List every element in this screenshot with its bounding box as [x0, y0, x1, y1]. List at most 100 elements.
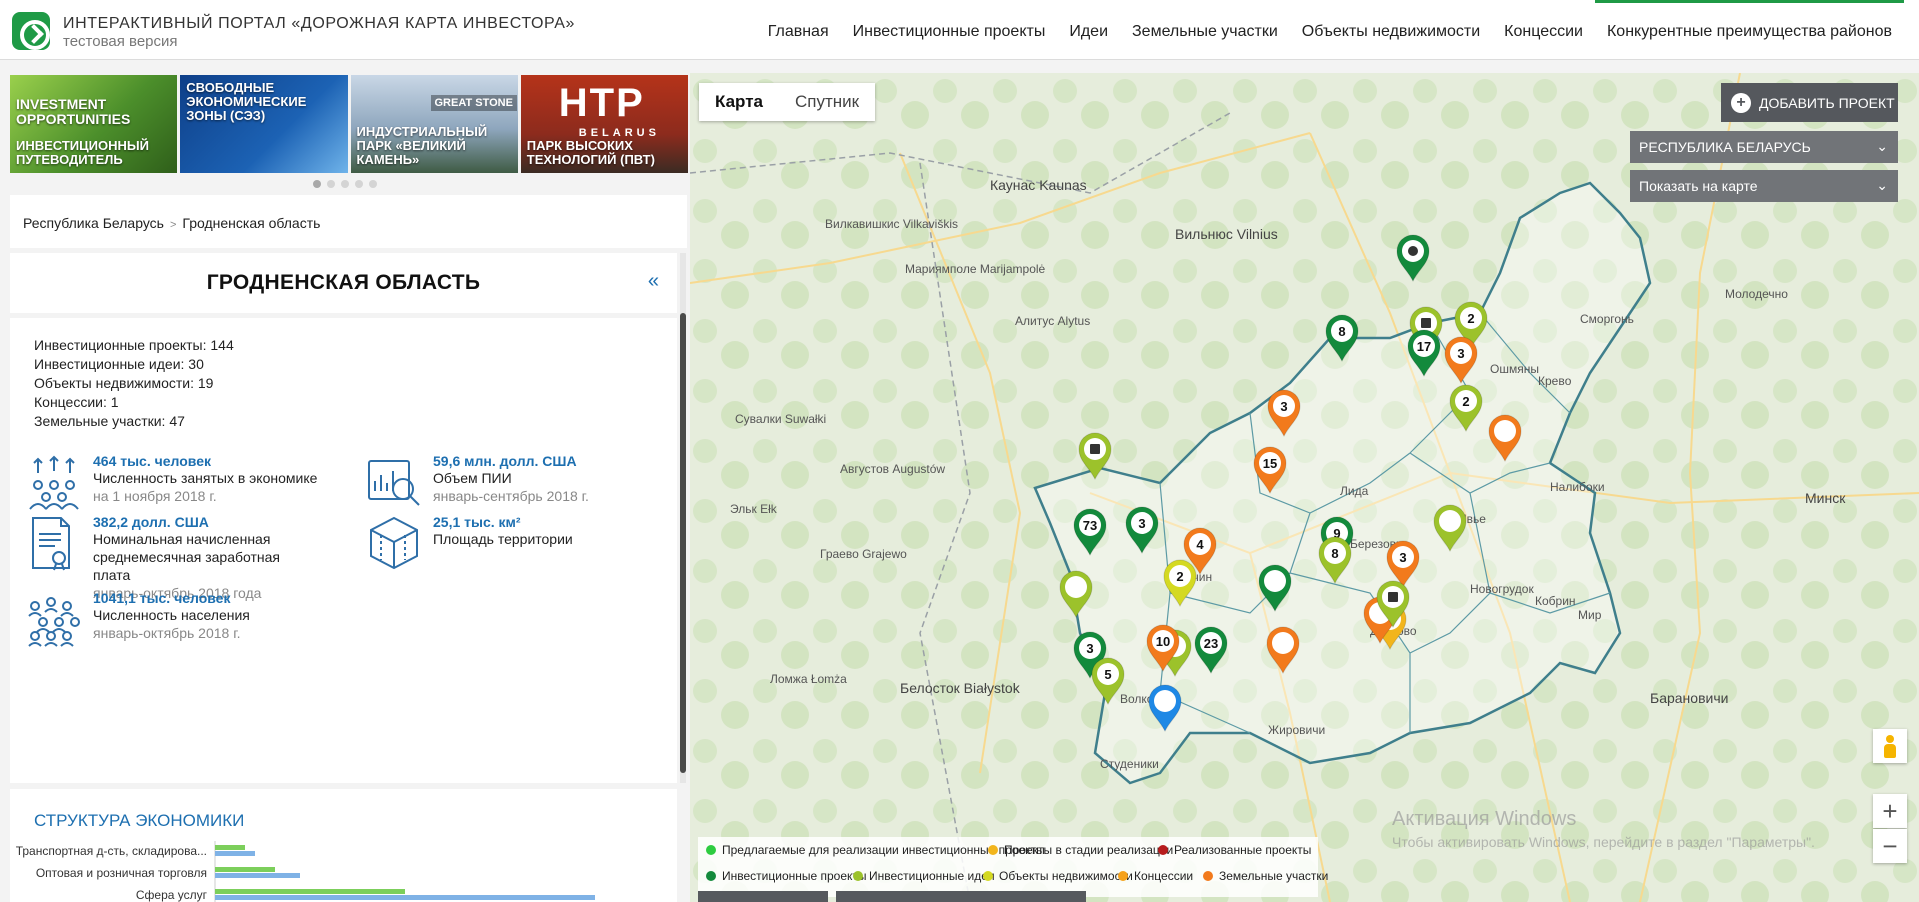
banner-sez[interactable]: СВОБОДНЫЕ ЭКОНОМИЧЕСКИЕ ЗОНЫ (СЭЗ) [180, 75, 348, 173]
stat-area: 25,1 тыс. км² Площадь территории [365, 514, 573, 572]
object-counts: Инвестиционные проекты: 144 Инвестиционн… [34, 336, 234, 431]
portal-title[interactable]: ИНТЕРАКТИВНЫЙ ПОРТАЛ «ДОРОЖНАЯ КАРТА ИНВ… [63, 15, 575, 33]
employees-icon [29, 455, 79, 510]
legend-label: Проекты в стадии реализации [1004, 843, 1174, 857]
plus-icon: + [1731, 92, 1751, 113]
chart-bar [215, 867, 275, 872]
great-stone-logo: GREAT STONE [430, 95, 517, 111]
portal-subtitle: тестовая версия [63, 33, 178, 50]
nav-home[interactable]: Главная [756, 0, 841, 60]
breadcrumb-root[interactable]: Республика Беларусь [23, 215, 164, 231]
banner-carousel: INVESTMENT OPPORTUNITIES ИНВЕСТИЦИОННЫЙ … [10, 75, 688, 173]
legend-item: Реализованные проекты [1158, 843, 1311, 857]
map-canvas[interactable]: Каунас Kaunas Вильнюс Vilnius Алитус Aly… [690, 73, 1919, 902]
salary-icon [32, 517, 70, 571]
city-label-novogrudok: Новогрудок [1470, 582, 1534, 596]
breadcrumb-current: Гродненская область [182, 215, 321, 231]
stat-employment: 464 тыс. человек Численность занятых в э… [25, 453, 317, 511]
city-label-grajewo: Граево Grajewo [820, 547, 907, 561]
map-bottom-tab[interactable] [836, 891, 1086, 902]
stat-desc: Площадь территории [433, 531, 573, 547]
carousel-dot[interactable] [327, 180, 335, 188]
chart-category-label: Сфера услуг [136, 888, 208, 902]
street-view-pegman-icon[interactable] [1873, 729, 1907, 763]
carousel-dot[interactable] [313, 180, 321, 188]
svg-text:8: 8 [1338, 324, 1345, 339]
nav-real-estate[interactable]: Объекты недвижимости [1290, 0, 1492, 60]
zoom-out-button[interactable]: − [1873, 829, 1907, 863]
banner-label: ИНВЕСТИЦИОННЫЙ ПУТЕВОДИТЕЛЬ [16, 138, 149, 167]
legend-dot-icon [988, 845, 998, 855]
count-concessions: Концессии: 1 [34, 394, 119, 410]
city-label-minsk: Минск [1805, 490, 1846, 506]
economy-bar-chart: Транспортная д-сть, складирова... Оптовая… [16, 841, 595, 902]
area-icon [370, 516, 418, 570]
city-label-oshmyany: Ошмяны [1490, 362, 1539, 376]
stat-period: январь-сентябрь 2018 г. [433, 488, 589, 504]
map-bottom-tab[interactable] [698, 891, 828, 902]
stat-fdi: 59,6 млн. долл. США Объем ПИИ январь-сен… [365, 453, 589, 511]
economy-structure-section: СТРУКТУРА ЭКОНОМИКИ Транспортная д-сть, … [10, 789, 677, 902]
city-label-korelichi: Кобрин [1535, 594, 1576, 608]
legend-item: Проекты в стадии реализации [988, 843, 1173, 857]
show-on-map-select[interactable]: Показать на карте ⌄ [1630, 170, 1898, 202]
legend-label: Инвестиционные проекты [722, 869, 867, 883]
count-projects: Инвестиционные проекты: 144 [34, 337, 234, 353]
stat-period: январь-октябрь 2018 г. [93, 625, 241, 641]
nav-concessions[interactable]: Концессии [1492, 0, 1595, 60]
city-label-bialystok: Белосток Białystok [900, 680, 1021, 696]
stat-desc: Численность занятых в экономике [93, 470, 318, 486]
svg-text:2: 2 [1176, 569, 1183, 584]
site-header: ИНТЕРАКТИВНЫЙ ПОРТАЛ «ДОРОЖНАЯ КАРТА ИНВ… [0, 0, 1919, 60]
chart-bar [215, 895, 595, 900]
legend-label: Реализованные проекты [1174, 843, 1312, 857]
city-label-vilkaviskis: Вилкавишкис Vilkaviškis [825, 217, 958, 231]
svg-text:8: 8 [1331, 546, 1338, 561]
add-project-label: ДОБАВИТЬ ПРОЕКТ [1759, 94, 1895, 111]
carousel-dots [0, 180, 690, 188]
svg-text:3: 3 [1280, 399, 1287, 414]
legend-dot-icon [1158, 845, 1168, 855]
nav-investment-projects[interactable]: Инвестиционные проекты [841, 0, 1058, 60]
add-project-button[interactable]: + ДОБАВИТЬ ПРОЕКТ [1721, 83, 1898, 122]
region-select[interactable]: РЕСПУБЛИКА БЕЛАРУСЬ ⌄ [1630, 131, 1898, 163]
carousel-dot[interactable] [355, 180, 363, 188]
banner-htp[interactable]: HTP BELARUS ПАРК ВЫСОКИХ ТЕХНОЛОГИЙ (ПВТ… [520, 75, 688, 173]
city-label-marijampole: Мариямполе Marijampolė [905, 262, 1046, 276]
stat-period: на 1 ноября 2018 г. [93, 488, 217, 504]
city-label-alytus: Алитус Alytus [1015, 314, 1090, 328]
portal-logo-icon[interactable] [12, 12, 50, 50]
panel-scrollbar[interactable] [680, 253, 686, 783]
city-label-vilnius: Вильнюс Vilnius [1175, 226, 1278, 242]
stat-value: 464 тыс. человек [93, 453, 212, 469]
chart-category-label: Транспортная д-сть, складирова... [16, 844, 207, 858]
city-label-kaunas: Каунас Kaunas [990, 177, 1087, 193]
stat-population: 1041,1 тыс. человек Численность населени… [25, 590, 250, 648]
carousel-dot[interactable] [369, 180, 377, 188]
city-label-mir: Мир [1578, 608, 1602, 622]
map-type-satellite[interactable]: Спутник [779, 83, 875, 121]
legend-dot-icon [1203, 871, 1213, 881]
nav-land-plots[interactable]: Земельные участки [1120, 0, 1290, 60]
legend-label: Земельные участки [1219, 869, 1329, 883]
banner-label: ИНДУСТРИАЛЬНЫЙ ПАРК «ВЕЛИКИЙ КАМЕНЬ» [356, 124, 488, 167]
breadcrumb: Республика Беларусь > Гродненская область [10, 195, 687, 248]
soccer-ball-icon [1408, 246, 1418, 256]
legend-dot-icon [706, 845, 716, 855]
banner-investment-guide[interactable]: INVESTMENT OPPORTUNITIES ИНВЕСТИЦИОННЫЙ … [10, 75, 178, 173]
map-type-map[interactable]: Карта [699, 83, 779, 121]
city-label-suwalki: Сувалки Suwałki [735, 412, 826, 426]
nav-district-advantages[interactable]: Конкурентные преимущества районов [1594, 0, 1904, 60]
zoom-in-button[interactable]: + [1873, 794, 1907, 828]
carousel-dot[interactable] [341, 180, 349, 188]
city-label-nalibaki: Налибоки [1550, 480, 1605, 494]
economy-title: СТРУКТУРА ЭКОНОМИКИ [34, 811, 245, 830]
nav-ideas[interactable]: Идеи [1057, 0, 1120, 60]
svg-text:2: 2 [1462, 394, 1469, 409]
collapse-panel-button[interactable]: « [648, 270, 659, 293]
city-label-studeniki: Студеники [1100, 757, 1159, 771]
banner-great-stone[interactable]: GREAT STONE ИНДУСТРИАЛЬНЫЙ ПАРК «ВЕЛИКИЙ… [350, 75, 518, 173]
show-on-map-value: Показать на карте [1639, 178, 1758, 194]
legend-item: Инвестиционные идеи [853, 869, 995, 883]
svg-text:23: 23 [1204, 636, 1218, 651]
